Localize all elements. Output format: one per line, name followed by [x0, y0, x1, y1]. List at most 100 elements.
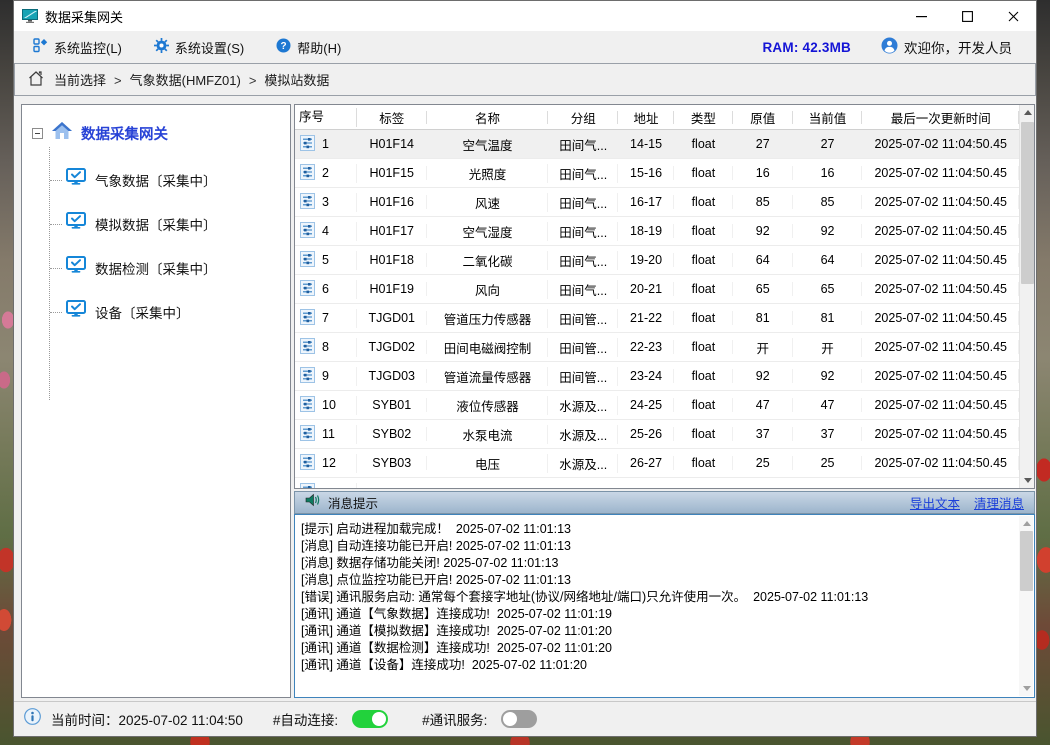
minimize-button[interactable]: [898, 1, 944, 31]
column-header[interactable]: 序号: [295, 105, 357, 130]
table-row[interactable]: 9 TJGD03 管道流量传感器 田间管... 23-24 float 92 9…: [295, 362, 1019, 391]
column-header[interactable]: 当前值: [793, 108, 863, 127]
help-icon: ?: [276, 38, 291, 56]
svg-text:?: ?: [281, 41, 287, 52]
maximize-button[interactable]: [944, 1, 990, 31]
table-row[interactable]: 11 SYB02 水泵电流 水源及... 25-26 float 37 37 2…: [295, 420, 1019, 449]
cell-last-update: 2025-07-02 11:04:50.45: [862, 311, 1019, 325]
current-time: 当前时间：2025-07-02 11:04:50: [51, 709, 243, 729]
column-header[interactable]: 分组: [548, 108, 618, 127]
breadcrumb-trail: >气象数据(HMFZ01)>模拟站数据: [106, 70, 329, 89]
cell-address: 15-16: [618, 166, 674, 180]
comm-service-label: #通讯服务:: [422, 709, 487, 729]
menu-item-help[interactable]: ? 帮助(H): [267, 33, 350, 62]
table-row[interactable]: 8 TJGD02 田间电磁阀控制 田间管... 22-23 float 开 开 …: [295, 333, 1019, 362]
column-header[interactable]: 类型: [674, 108, 733, 127]
table-row[interactable]: 10 SYB01 液位传感器 水源及... 24-25 float 47 47 …: [295, 391, 1019, 420]
log-line: [错误] 通讯服务启动: 通常每个套接字地址(协议/网络地址/端口)只允许使用一…: [301, 589, 1025, 606]
table-row[interactable]: 7 TJGD01 管道压力传感器 田间管... 21-22 float 81 8…: [295, 304, 1019, 333]
log-line: [通讯] 通道【数据检测】连接成功! 2025-07-02 11:01:20: [301, 640, 1025, 657]
cell-address: 26-27: [618, 456, 674, 470]
cell-type: float: [674, 340, 733, 354]
point-sliders-icon: [300, 222, 315, 241]
scrollbar-thumb[interactable]: [1020, 531, 1033, 591]
table-row[interactable]: 3 H01F16 风速 田间气... 16-17 float 85 85 202…: [295, 188, 1019, 217]
cell-index: 9: [322, 369, 329, 383]
tree-item[interactable]: 数据检测〔采集中〕: [22, 247, 290, 288]
column-header[interactable]: 名称: [427, 108, 549, 127]
tree-item[interactable]: 模拟数据〔采集中〕: [22, 203, 290, 244]
message-scrollbar[interactable]: [1019, 516, 1033, 696]
cell-type: float: [674, 398, 733, 412]
breadcrumb-item: 模拟站数据: [264, 73, 329, 88]
column-header[interactable]: 标签: [357, 108, 427, 127]
scrollbar-thumb[interactable]: [1021, 122, 1034, 284]
house-icon: [51, 121, 73, 145]
menu-bar: 系统监控(L): [14, 31, 1036, 63]
user-welcome: 欢迎你，开发人员: [881, 37, 1012, 57]
cell-raw-value: 92: [733, 224, 793, 238]
export-text-link[interactable]: 导出文本: [910, 493, 960, 512]
cell-raw-value: 65: [733, 282, 793, 296]
cell-group: 田间气...: [548, 164, 618, 183]
cell-last-update: 2025-07-02 11:04:50.45: [862, 398, 1019, 412]
close-button[interactable]: [990, 1, 1036, 31]
column-header[interactable]: 原值: [733, 108, 793, 127]
cell-tag: SYB02: [357, 427, 427, 441]
scroll-up-icon[interactable]: [1019, 516, 1034, 531]
point-sliders-icon: [300, 135, 315, 154]
cell-current-value: 92: [793, 224, 863, 238]
menu-item-system-settings[interactable]: 系统设置(S): [145, 33, 253, 62]
cell-current-value: 64: [793, 253, 863, 267]
scroll-up-icon[interactable]: [1020, 105, 1035, 120]
table-row[interactable]: 12 SYB03 电压 水源及... 26-27 float 25 25 202…: [295, 449, 1019, 478]
collapse-expander-icon[interactable]: [32, 128, 43, 139]
cell-address: 23-24: [618, 369, 674, 383]
cell-group: 水源及...: [548, 396, 618, 415]
cell-type: float: [674, 253, 733, 267]
log-lines: [提示] 启动进程加载完成！ 2025-07-02 11:01:13[消息] 自…: [301, 521, 1025, 674]
table-row[interactable]: 1 H01F14 空气温度 田间气... 14-15 float 27 27 2…: [295, 130, 1019, 159]
auto-connect-toggle[interactable]: [352, 710, 388, 728]
column-header[interactable]: 地址: [618, 108, 674, 127]
menu-item-label: 系统设置(S): [175, 38, 244, 57]
message-log: [提示] 启动进程加载完成！ 2025-07-02 11:01:13[消息] 自…: [294, 514, 1035, 698]
cell-index: 6: [322, 282, 329, 296]
table-scrollbar[interactable]: [1019, 105, 1034, 488]
title-bar: 数据采集网关: [14, 1, 1036, 31]
cell-group: 田间气...: [548, 222, 618, 241]
auto-connect-label: #自动连接:: [273, 709, 338, 729]
cell-tag: H01F15: [357, 166, 427, 180]
table-row[interactable]: 5 H01F18 二氧化碳 田间气... 19-20 float 64 64 2…: [295, 246, 1019, 275]
main-area: 数据采集网关 气象数据〔采集中〕 模拟数据〔采集中〕: [14, 96, 1036, 701]
log-line: [消息] 数据存储功能关闭! 2025-07-02 11:01:13: [301, 555, 1025, 572]
clear-messages-link[interactable]: 清理消息: [974, 493, 1024, 512]
tree-item[interactable]: 气象数据〔采集中〕: [22, 159, 290, 200]
cell-last-update: 2025-07-02 11:04:50.45: [862, 427, 1019, 441]
table-row[interactable]: [295, 478, 1019, 488]
cell-name: 二氧化碳: [427, 251, 549, 270]
cell-last-update: 2025-07-02 11:04:50.45: [862, 369, 1019, 383]
cell-index: 11: [322, 427, 335, 441]
table-row[interactable]: 2 H01F15 光照度 田间气... 15-16 float 16 16 20…: [295, 159, 1019, 188]
scroll-down-icon[interactable]: [1020, 473, 1035, 488]
cell-raw-value: 开: [733, 338, 793, 357]
comm-service-toggle[interactable]: [501, 710, 537, 728]
cell-raw-value: 27: [733, 137, 793, 151]
menu-item-system-monitor[interactable]: 系统监控(L): [24, 33, 131, 62]
column-header[interactable]: 最后一次更新时间: [862, 108, 1019, 127]
cell-address: 22-23: [618, 340, 674, 354]
cell-raw-value: 64: [733, 253, 793, 267]
status-bar: 当前时间：2025-07-02 11:04:50 #自动连接: #通讯服务:: [14, 701, 1036, 736]
cell-type: float: [674, 369, 733, 383]
tree-item-label: 气象数据〔采集中〕: [95, 170, 217, 190]
table-row[interactable]: 4 H01F17 空气湿度 田间气... 18-19 float 92 92 2…: [295, 217, 1019, 246]
scroll-down-icon[interactable]: [1019, 681, 1034, 696]
breadcrumb-item: 气象数据(HMFZ01): [130, 73, 241, 88]
tree-item[interactable]: 设备〔采集中〕: [22, 291, 290, 332]
cell-index: 1: [322, 137, 329, 151]
cell-type: float: [674, 224, 733, 238]
device-tree-panel: 数据采集网关 气象数据〔采集中〕 模拟数据〔采集中〕: [21, 104, 291, 698]
tree-root-node[interactable]: 数据采集网关: [32, 121, 290, 145]
table-row[interactable]: 6 H01F19 风向 田间气... 20-21 float 65 65 202…: [295, 275, 1019, 304]
